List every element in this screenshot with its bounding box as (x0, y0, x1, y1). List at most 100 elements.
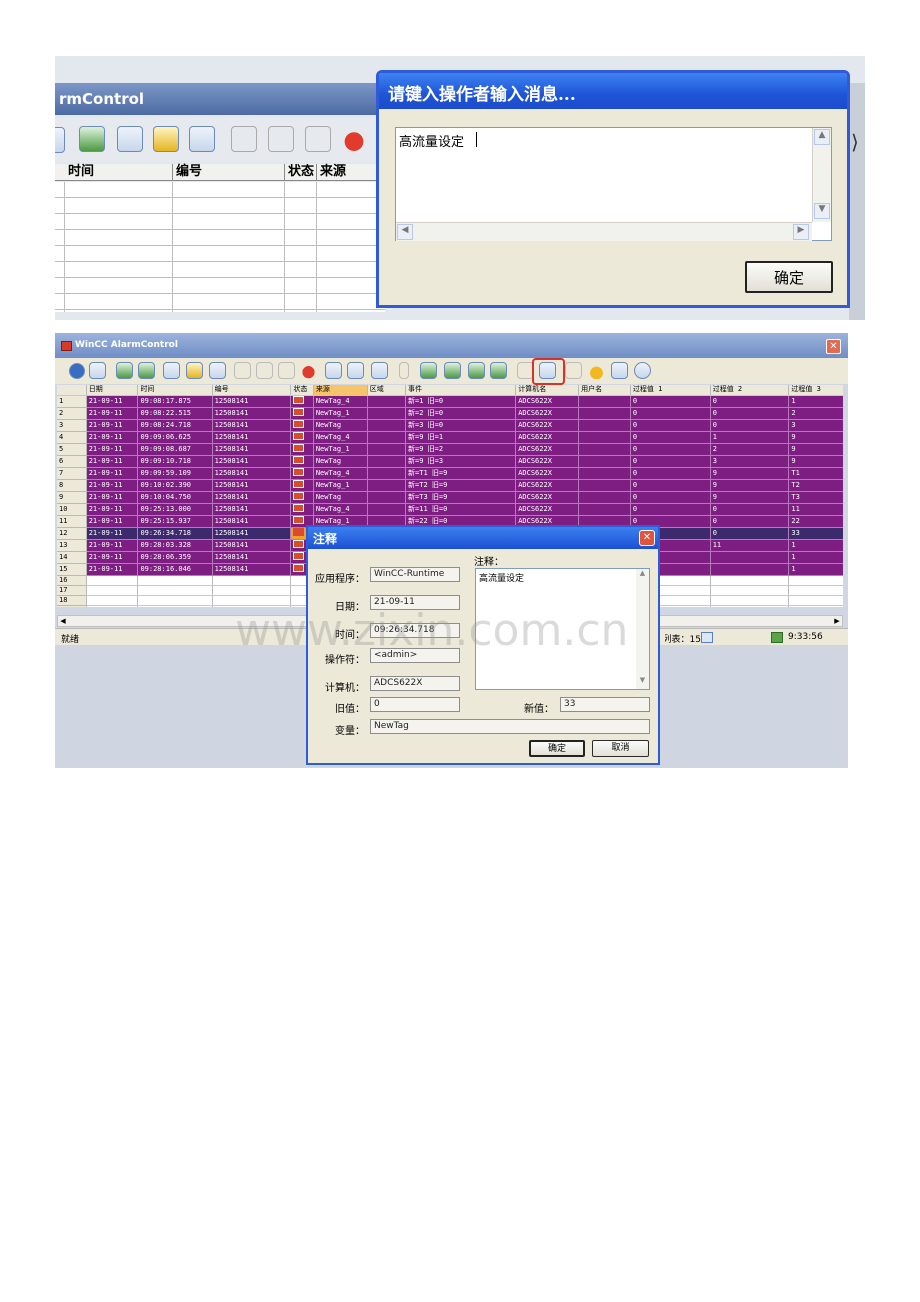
col-header[interactable]: 编号 (212, 385, 292, 396)
col-header[interactable]: 过程值 2 (710, 385, 790, 396)
table-row[interactable]: 7 21-09-11 09:09:59.109 12508141 NewTag_4 新=T… (57, 467, 843, 480)
col-id[interactable]: 编号 (173, 164, 285, 180)
table-row[interactable]: 8 21-09-11 09:10:02.390 12508141 NewTag_1 新=T… (57, 479, 843, 492)
table-cell (212, 585, 292, 596)
lock-icon[interactable] (153, 126, 179, 152)
previous-message-icon[interactable] (444, 362, 461, 379)
table-cell: 9 (788, 455, 843, 468)
table-cell: NewTag (313, 455, 368, 468)
first-message-icon[interactable] (420, 362, 437, 379)
print-icon[interactable] (371, 362, 388, 379)
table-cell (86, 575, 139, 586)
scroll-right-icon[interactable]: ▶ (832, 616, 842, 626)
col-header[interactable]: 过程值 1 (630, 385, 711, 396)
time-base-icon[interactable] (634, 362, 651, 379)
table-cell (367, 443, 407, 456)
display-options-icon[interactable] (347, 362, 364, 379)
col-header[interactable]: 状态 (290, 385, 314, 396)
col-header[interactable]: 来源 (313, 385, 368, 396)
scroll-left-icon[interactable]: ◀ (397, 224, 413, 240)
horn-icon[interactable] (300, 362, 317, 379)
message-textarea[interactable]: 高流量设定 ▲ ▼ ◀ ▶ (395, 127, 832, 241)
col-header[interactable]: 事件 (405, 385, 517, 396)
watermark: www.zixin.com.cn (235, 605, 629, 656)
acknowledge-central-icon[interactable] (234, 362, 251, 379)
close-icon[interactable]: ✕ (639, 530, 655, 546)
next-message-icon[interactable] (468, 362, 485, 379)
lock-icon[interactable] (588, 362, 605, 379)
col-header[interactable] (57, 385, 87, 396)
statistics-icon[interactable] (189, 126, 215, 152)
ok-button[interactable]: 确定 (529, 740, 585, 757)
lock-list-icon[interactable] (186, 362, 203, 379)
scroll-down-icon[interactable]: ▼ (636, 676, 649, 688)
table-cell (212, 575, 292, 586)
col-status[interactable]: 状态 (285, 164, 317, 180)
ok-button[interactable]: 确定 (745, 261, 833, 293)
col-header[interactable]: 区域 (367, 385, 407, 396)
table-cell: T2 (788, 479, 843, 492)
scroll-right-icon[interactable]: ▶ (793, 224, 809, 240)
loop-in-alarm-icon[interactable] (565, 362, 582, 379)
table-cell: 09:09:06.625 (137, 431, 213, 444)
col-header[interactable]: 计算机名 (515, 385, 580, 396)
table-cell: 9 (788, 443, 843, 456)
table-row[interactable]: 6 21-09-11 09:09:10.718 12508141 NewTag 新=9 旧… (57, 455, 843, 468)
table-cell: 9 (710, 491, 790, 504)
horn-acknowledge-icon[interactable] (231, 126, 257, 152)
table-cell: 09:25:13.000 (137, 503, 213, 516)
table-cell: 21-09-11 (86, 527, 139, 540)
emergency-acknowledge-icon[interactable] (305, 126, 331, 152)
table-cell (86, 585, 139, 596)
col-header[interactable]: 时间 (137, 385, 213, 396)
horizontal-scrollbar[interactable]: ◀ ▶ (396, 222, 812, 241)
selection-icon[interactable] (325, 362, 342, 379)
comment-icon-highlight (532, 358, 565, 385)
cancel-button[interactable]: 取消 (592, 740, 649, 757)
scroll-left-icon[interactable]: ◀ (58, 616, 68, 626)
table-row[interactable]: 2 21-09-11 09:08:22.515 12508141 NewTag_1 新=2… (57, 407, 843, 420)
statistics-icon[interactable] (209, 362, 226, 379)
table-row[interactable]: 9 21-09-11 09:10:04.750 12508141 NewTag 新=T3 … (57, 491, 843, 504)
short-term-archive-icon[interactable] (138, 362, 155, 379)
autoscroll-icon[interactable] (399, 362, 409, 379)
dialog-titlebar: 注释 ✕ (308, 527, 658, 549)
col-header[interactable]: 日期 (86, 385, 139, 396)
table-cell: 21-09-11 (86, 503, 139, 516)
close-icon[interactable]: ✕ (826, 339, 841, 354)
last-message-icon[interactable] (490, 362, 507, 379)
list-icon[interactable] (117, 126, 143, 152)
acknowledge-icon[interactable] (268, 126, 294, 152)
table-row[interactable]: 1 21-09-11 09:08:17.875 12508141 NewTag_4 新=1… (57, 395, 843, 408)
table-cell (578, 395, 631, 408)
vertical-scrollbar[interactable]: ▲ ▼ (812, 128, 831, 222)
horn-icon[interactable] (341, 126, 367, 152)
long-term-archive-icon[interactable] (163, 362, 180, 379)
table-cell: 0 (630, 395, 711, 408)
col-time[interactable]: 时间 (65, 164, 173, 180)
table-row[interactable]: 4 21-09-11 09:09:06.625 12508141 NewTag_4 新=9… (57, 431, 843, 444)
scroll-up-icon[interactable]: ▲ (814, 129, 830, 145)
sort-icon[interactable] (611, 362, 628, 379)
single-acknowledge-icon[interactable] (256, 362, 273, 379)
comment-label: 注释： (474, 557, 504, 568)
col-header[interactable]: 过程值 3 (788, 385, 843, 396)
help-icon[interactable] (69, 363, 85, 379)
settings-dialog-icon[interactable] (89, 362, 106, 379)
table-row[interactable]: 3 21-09-11 09:08:24.718 12508141 NewTag 新=3 旧… (57, 419, 843, 432)
table-cell (578, 455, 631, 468)
toolbar-icon-partial[interactable] (55, 127, 65, 153)
single-acknowledge-icon[interactable] (79, 126, 105, 152)
vertical-scrollbar[interactable]: ▲ ▼ (636, 569, 649, 689)
group-acknowledge-icon[interactable] (278, 362, 295, 379)
row-number: 3 (57, 419, 87, 432)
dialog-title: 注释 (313, 532, 338, 546)
scroll-up-icon[interactable]: ▲ (636, 569, 649, 581)
table-row[interactable]: 5 21-09-11 09:09:08.687 12508141 NewTag_1 新=9… (57, 443, 843, 456)
close-icon-partial[interactable]: ⟩ (851, 130, 859, 154)
variable-field: NewTag (370, 719, 650, 734)
table-row[interactable]: 10 21-09-11 09:25:13.000 12508141 NewTag_4 新=… (57, 503, 843, 516)
scroll-down-icon[interactable]: ▼ (814, 203, 830, 219)
col-header[interactable]: 用户名 (578, 385, 631, 396)
message-list-icon[interactable] (116, 362, 133, 379)
